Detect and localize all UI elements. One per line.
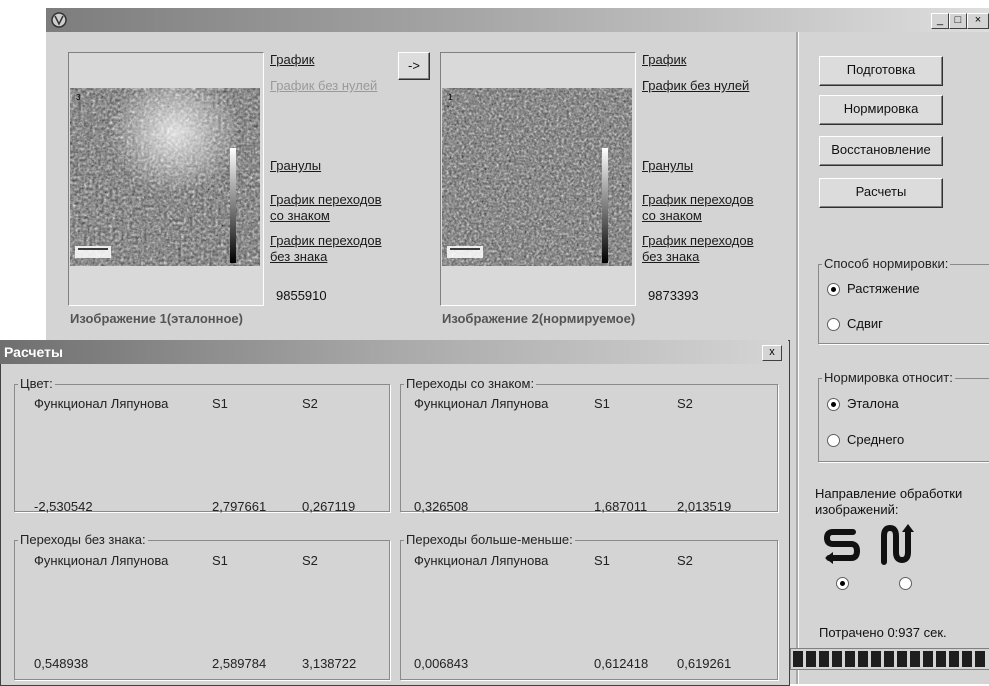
u-shape-direction-icon[interactable]: [878, 522, 918, 566]
link-graph-no-zeros[interactable]: График без нулей: [270, 78, 400, 94]
normalize-button[interactable]: Нормировка: [819, 95, 943, 125]
title-bar: [46, 8, 989, 32]
dialog-title: Расчеты: [4, 344, 63, 360]
maximize-button[interactable]: □: [949, 13, 967, 29]
group-transitions-unsigned-title: Переходы без знака:: [18, 532, 148, 547]
group-transitions-signed-v1: 0,326508: [414, 499, 469, 514]
group-transitions-signed-h1: Функционал Ляпунова: [414, 396, 549, 411]
progress-fill: [793, 651, 988, 667]
close-button[interactable]: ×: [967, 13, 989, 29]
link-transitions-unsigned[interactable]: График переходов без знака: [270, 233, 388, 265]
link-transitions-signed[interactable]: График переходов со знаком: [270, 192, 388, 224]
group-transitions-signed-h2: S1: [594, 396, 610, 411]
group-transitions-unsigned-h1: Функционал Ляпунова: [34, 553, 169, 568]
group-transitions-unsigned-h2: S1: [212, 553, 228, 568]
radio-direction-s[interactable]: [836, 577, 849, 590]
afm-image-2[interactable]: 1: [442, 88, 632, 266]
group-transitions-signed-title: Переходы со знаком:: [404, 376, 537, 391]
restore-button[interactable]: Восстановление: [819, 136, 943, 166]
direction-title: Направление обработки изображений:: [815, 486, 963, 517]
group-transitions-signed-h3: S2: [677, 396, 693, 411]
link-transitions-unsigned-2[interactable]: График переходов без знака: [642, 233, 767, 265]
radio-shift[interactable]: [827, 318, 840, 331]
group-transitions-more-less-v1: 0,006843: [414, 656, 469, 671]
norm-method-title: Способ нормировки:: [822, 256, 951, 271]
panel2-value: 9873393: [648, 288, 699, 303]
group-color-h2: S1: [212, 396, 228, 411]
group-color-v2: 2,797661: [212, 499, 267, 514]
progress-bar: [790, 648, 989, 670]
radio-mean-label: Среднего: [847, 432, 905, 447]
group-transitions-signed-v3: 2,013519: [677, 499, 732, 514]
link-granules-2[interactable]: Гранулы: [642, 158, 772, 174]
panel2-caption: Изображение 2(нормируемое): [442, 311, 636, 326]
group-transitions-more-less-v3: 0,619261: [677, 656, 732, 671]
panel1-caption: Изображение 1(эталонное): [70, 311, 243, 326]
group-color-h3: S2: [302, 396, 318, 411]
group-transitions-unsigned-v3: 3,138722: [302, 656, 357, 671]
link-granules[interactable]: Гранулы: [270, 158, 400, 174]
radio-stretch[interactable]: [827, 283, 840, 296]
norm-method-group: [818, 264, 989, 344]
right-divider: [796, 32, 799, 684]
group-transitions-more-less-v2: 0,612418: [594, 656, 649, 671]
spent-time-label: Потрачено 0:937 сек.: [819, 625, 947, 640]
svg-text:3: 3: [76, 93, 81, 102]
group-transitions-unsigned-h3: S2: [302, 553, 318, 568]
radio-etalon-label: Эталона: [847, 396, 899, 411]
afm-image-1[interactable]: 3: [70, 88, 260, 266]
radio-etalon[interactable]: [827, 398, 840, 411]
radio-mean[interactable]: [827, 434, 840, 447]
radio-direction-u[interactable]: [899, 577, 912, 590]
group-transitions-more-less-title: Переходы больше-меньше:: [404, 532, 575, 547]
link-graph-2[interactable]: График: [642, 52, 772, 68]
dialog-title-bar: [0, 340, 788, 364]
prepare-button[interactable]: Подготовка: [819, 56, 943, 86]
group-transitions-more-less-h1: Функционал Ляпунова: [414, 553, 549, 568]
group-transitions-unsigned-v1: 0,548938: [34, 656, 89, 671]
transfer-button[interactable]: ->: [398, 52, 430, 80]
group-color-v1: -2,530542: [34, 499, 93, 514]
group-transitions-more-less-h3: S2: [677, 553, 693, 568]
group-color-v3: 0,267119: [302, 499, 356, 514]
group-color-h1: Функционал Ляпунова: [34, 396, 169, 411]
group-transitions-more-less-h2: S1: [594, 553, 610, 568]
norm-relative-group: [818, 378, 989, 462]
app-icon: [51, 12, 67, 28]
group-color-title: Цвет:: [18, 376, 55, 391]
radio-stretch-label: Растяжение: [847, 281, 920, 296]
link-transitions-signed-2[interactable]: График переходов со знаком: [642, 192, 767, 224]
link-graph-no-zeros-2[interactable]: График без нулей: [642, 78, 772, 94]
group-transitions-unsigned-v2: 2,589784: [212, 656, 267, 671]
svg-text:1: 1: [448, 93, 453, 102]
link-graph[interactable]: График: [270, 52, 400, 68]
minimize-button[interactable]: _: [931, 13, 949, 29]
calculations-button[interactable]: Расчеты: [819, 178, 943, 208]
radio-shift-label: Сдвиг: [847, 316, 883, 331]
norm-relative-title: Нормировка относит:: [822, 370, 955, 385]
s-shape-direction-icon[interactable]: [821, 524, 863, 566]
panel1-value: 9855910: [276, 288, 327, 303]
dialog-close-button[interactable]: x: [762, 345, 782, 361]
group-transitions-signed-v2: 1,687011: [594, 499, 648, 514]
